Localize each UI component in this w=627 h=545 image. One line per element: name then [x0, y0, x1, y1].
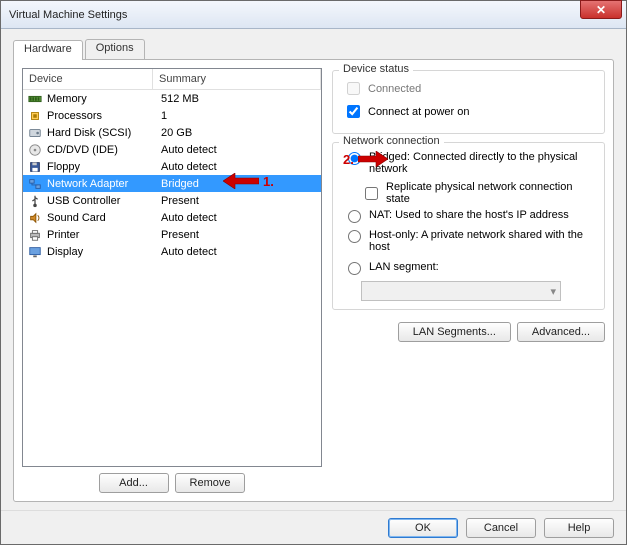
device-name: Display: [47, 246, 157, 258]
memory-icon: [27, 92, 43, 106]
col-summary[interactable]: Summary: [153, 69, 321, 89]
printer-icon: [27, 228, 43, 242]
device-row[interactable]: Sound CardAuto detect: [23, 209, 321, 226]
device-row[interactable]: Memory512 MB: [23, 90, 321, 107]
device-name: Sound Card: [47, 212, 157, 224]
device-name: Processors: [47, 110, 157, 122]
main-columns: Device Summary Memory512 MBProcessors1Ha…: [22, 68, 605, 493]
device-row[interactable]: USB ControllerPresent: [23, 192, 321, 209]
device-name: Printer: [47, 229, 157, 241]
device-name: USB Controller: [47, 195, 157, 207]
tab-page-hardware: Device Summary Memory512 MBProcessors1Ha…: [13, 59, 614, 502]
replicate-label: Replicate physical network connection st…: [386, 181, 596, 205]
remove-button[interactable]: Remove: [175, 473, 246, 493]
floppy-icon: [27, 160, 43, 174]
radio-bridged-label: Bridged: Connected directly to the physi…: [369, 151, 596, 175]
device-name: Hard Disk (SCSI): [47, 127, 157, 139]
device-row[interactable]: FloppyAuto detect: [23, 158, 321, 175]
radio-hostonly-row[interactable]: Host-only: A private network shared with…: [343, 229, 596, 253]
radio-lan[interactable]: [348, 262, 361, 275]
device-summary: Auto detect: [157, 144, 321, 156]
display-icon: [27, 245, 43, 259]
device-list-header: Device Summary: [23, 69, 321, 90]
connect-power-row[interactable]: Connect at power on: [343, 102, 596, 121]
device-status-legend: Device status: [339, 63, 413, 75]
sound-icon: [27, 211, 43, 225]
cpu-icon: [27, 109, 43, 123]
cancel-button[interactable]: Cancel: [466, 518, 536, 538]
add-button[interactable]: Add...: [99, 473, 169, 493]
tab-hardware[interactable]: Hardware: [13, 40, 83, 60]
network-connection-group: Network connection Bridged: Connected di…: [332, 142, 605, 310]
vm-settings-dialog: Virtual Machine Settings ✕ Hardware Opti…: [0, 0, 627, 545]
lan-segments-button[interactable]: LAN Segments...: [398, 322, 511, 342]
radio-hostonly[interactable]: [348, 230, 361, 243]
content-area: Hardware Options Device Summary Memory51…: [1, 29, 626, 510]
close-button[interactable]: ✕: [580, 0, 622, 19]
device-panel: Device Summary Memory512 MBProcessors1Ha…: [22, 68, 322, 493]
lan-segment-combo: ▾: [361, 281, 561, 301]
dialog-buttons: OK Cancel Help: [1, 510, 626, 544]
connect-power-checkbox[interactable]: [347, 105, 360, 118]
device-row[interactable]: PrinterPresent: [23, 226, 321, 243]
device-name: Network Adapter: [47, 178, 157, 190]
chevron-down-icon: ▾: [550, 285, 556, 298]
network-icon: [27, 177, 43, 191]
device-list: Device Summary Memory512 MBProcessors1Ha…: [22, 68, 322, 467]
device-row[interactable]: DisplayAuto detect: [23, 243, 321, 260]
help-button[interactable]: Help: [544, 518, 614, 538]
usb-icon: [27, 194, 43, 208]
radio-bridged[interactable]: [348, 152, 361, 165]
radio-nat[interactable]: [348, 210, 361, 223]
device-status-group: Device status Connected Connect at power…: [332, 70, 605, 134]
radio-bridged-row[interactable]: Bridged: Connected directly to the physi…: [343, 151, 596, 175]
radio-nat-row[interactable]: NAT: Used to share the host's IP address: [343, 209, 596, 223]
tabstrip: Hardware Options: [13, 39, 614, 59]
col-device[interactable]: Device: [23, 69, 153, 89]
replicate-checkbox[interactable]: [365, 187, 378, 200]
device-row[interactable]: Processors1: [23, 107, 321, 124]
device-summary: Auto detect: [157, 246, 321, 258]
radio-hostonly-label: Host-only: A private network shared with…: [369, 229, 596, 253]
device-buttons: Add... Remove: [22, 467, 322, 493]
titlebar: Virtual Machine Settings ✕: [1, 1, 626, 29]
device-name: CD/DVD (IDE): [47, 144, 157, 156]
close-icon: ✕: [596, 3, 606, 17]
device-summary: 1: [157, 110, 321, 122]
device-summary: Auto detect: [157, 161, 321, 173]
device-row[interactable]: CD/DVD (IDE)Auto detect: [23, 141, 321, 158]
advanced-button[interactable]: Advanced...: [517, 322, 605, 342]
replicate-row[interactable]: Replicate physical network connection st…: [361, 181, 596, 205]
device-summary: Present: [157, 229, 321, 241]
connect-power-label: Connect at power on: [368, 106, 470, 118]
connected-label: Connected: [368, 83, 421, 95]
tab-options[interactable]: Options: [85, 39, 145, 59]
device-name: Floppy: [47, 161, 157, 173]
device-summary: 20 GB: [157, 127, 321, 139]
device-summary: Bridged: [157, 178, 321, 190]
network-connection-legend: Network connection: [339, 135, 444, 147]
cd-icon: [27, 143, 43, 157]
network-extra-buttons: LAN Segments... Advanced...: [332, 318, 605, 342]
ok-button[interactable]: OK: [388, 518, 458, 538]
window-title: Virtual Machine Settings: [9, 9, 620, 21]
device-name: Memory: [47, 93, 157, 105]
radio-nat-label: NAT: Used to share the host's IP address: [369, 209, 569, 221]
settings-panel: Device status Connected Connect at power…: [332, 68, 605, 493]
device-row[interactable]: Hard Disk (SCSI)20 GB: [23, 124, 321, 141]
device-summary: Auto detect: [157, 212, 321, 224]
connected-checkbox: [347, 82, 360, 95]
connected-row[interactable]: Connected: [343, 79, 596, 98]
radio-lan-label: LAN segment:: [369, 261, 439, 273]
radio-lan-row[interactable]: LAN segment:: [343, 261, 596, 275]
device-summary: Present: [157, 195, 321, 207]
device-summary: 512 MB: [157, 93, 321, 105]
disk-icon: [27, 126, 43, 140]
device-row[interactable]: Network AdapterBridged: [23, 175, 321, 192]
